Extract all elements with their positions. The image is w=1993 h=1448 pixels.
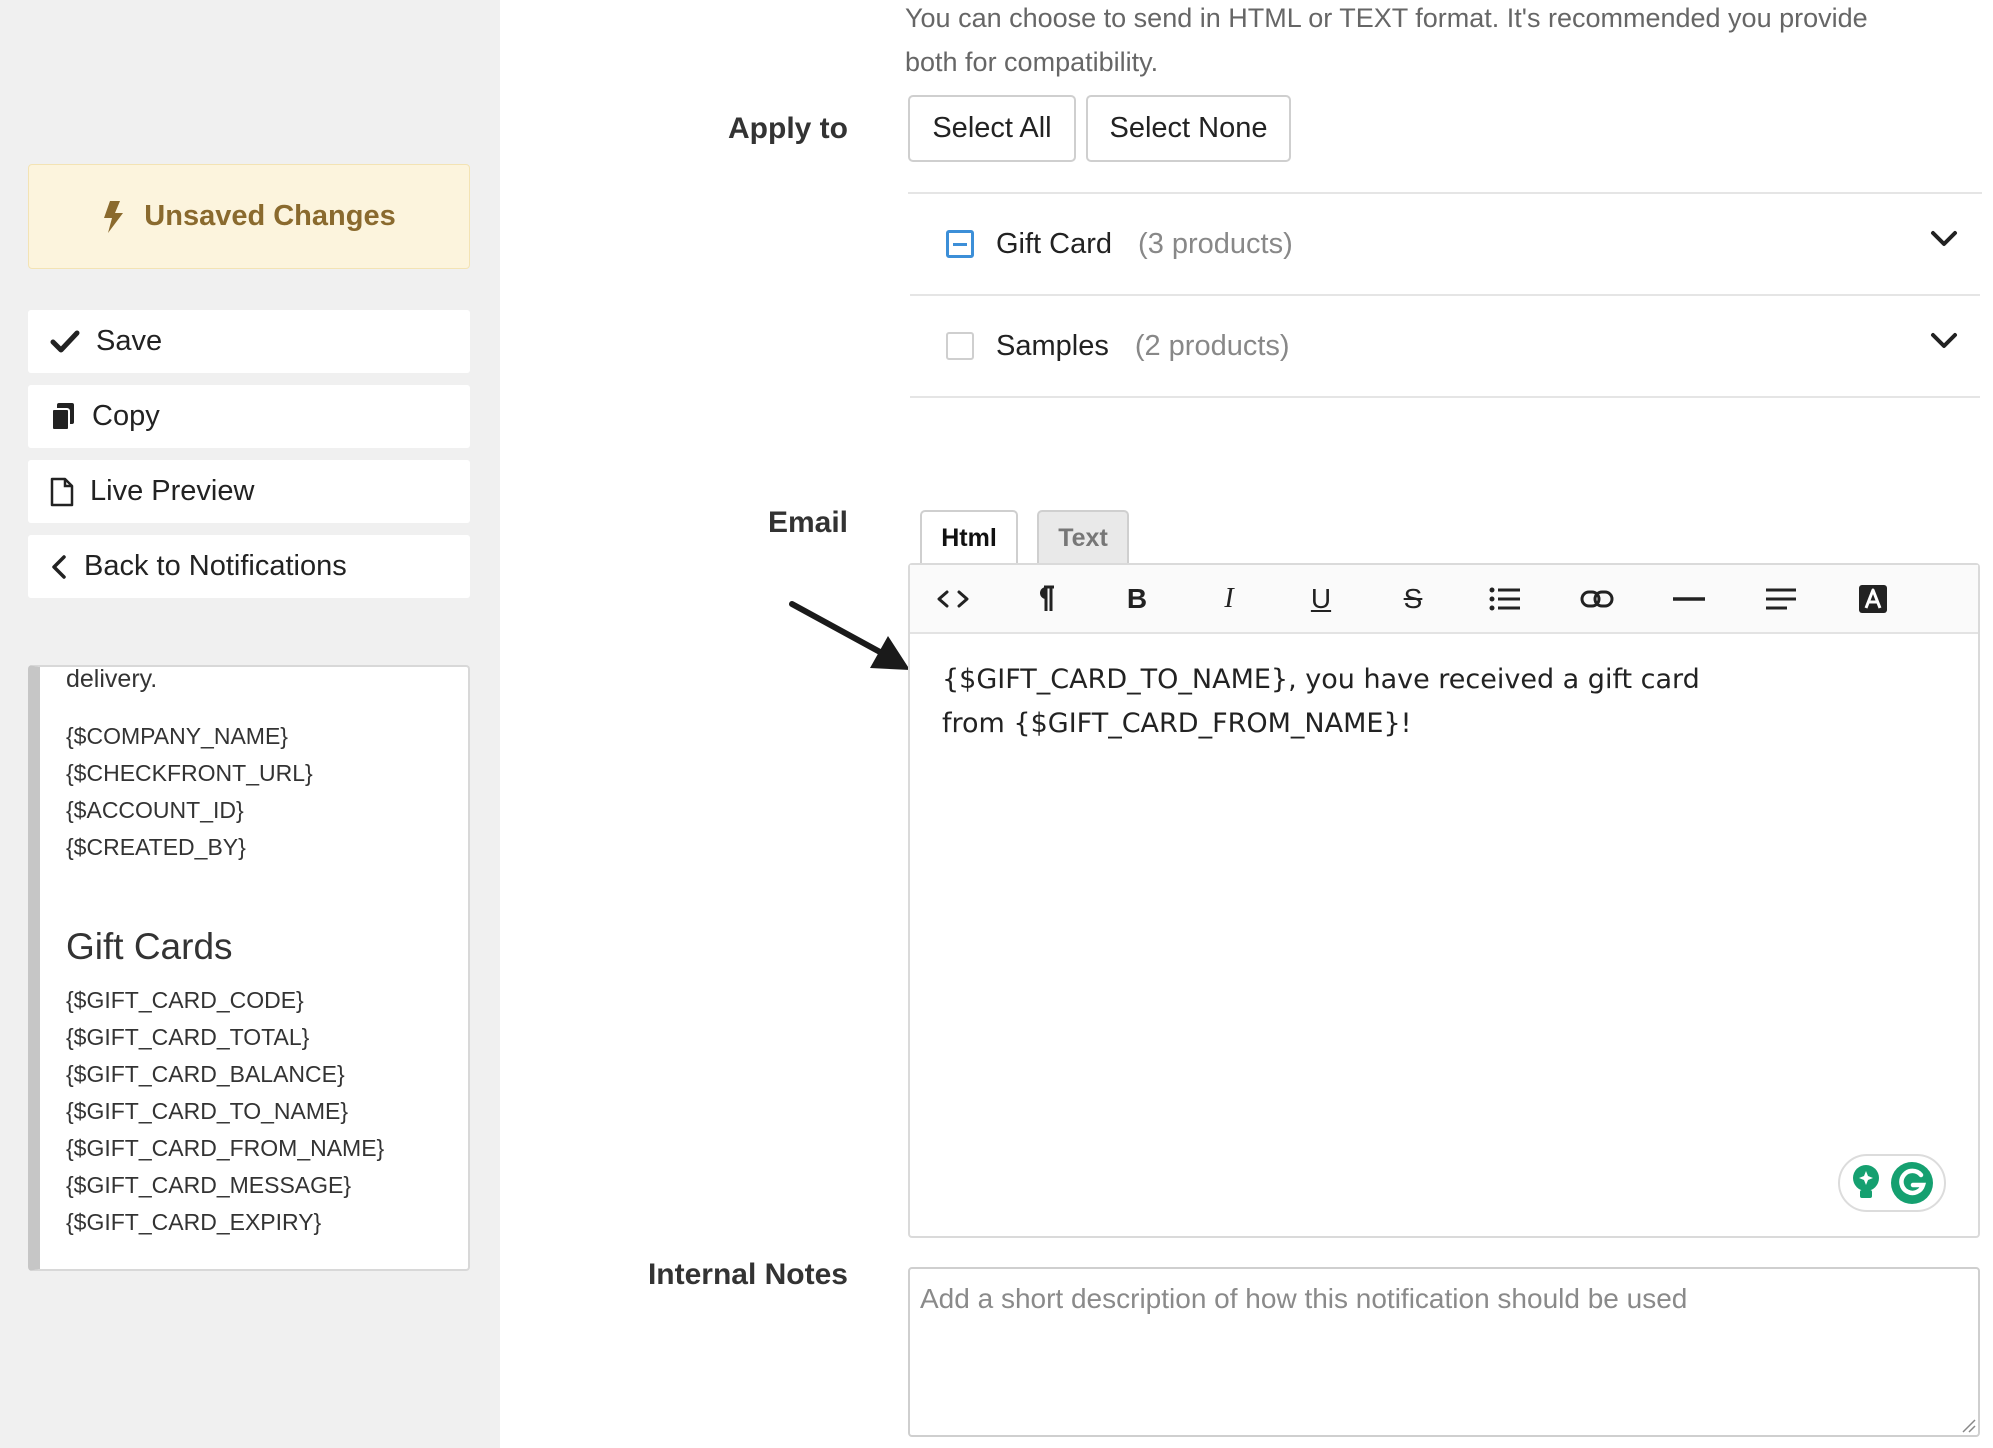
save-button[interactable]: Save [28, 310, 470, 373]
copy-label: Copy [92, 400, 160, 432]
resize-handle-icon[interactable] [1960, 1417, 1976, 1433]
editor-toolbar: B I U S [910, 565, 1978, 634]
variable-item: {$GIFT_CARD_EXPIRY} [66, 1209, 322, 1235]
underline-icon[interactable]: U [1301, 579, 1341, 619]
strikethrough-icon[interactable]: S [1393, 579, 1433, 619]
variable-item: {$COMPANY_NAME} [66, 723, 288, 749]
select-all-button[interactable]: Select All [908, 95, 1076, 162]
main-content: You can choose to send in HTML or TEXT f… [500, 0, 1993, 1448]
chevron-down-icon[interactable] [1930, 230, 1958, 248]
category-count: (2 products) [1134, 329, 1290, 362]
internal-notes-field[interactable] [908, 1267, 1980, 1437]
category-count: (3 products) [1138, 227, 1293, 260]
chevron-down-icon[interactable] [1930, 332, 1958, 350]
horizontal-rule-icon[interactable] [1669, 579, 1709, 619]
variable-item: {$GIFT_CARD_FROM_NAME} [66, 1135, 385, 1161]
link-icon[interactable] [1577, 579, 1617, 619]
list-icon[interactable] [1485, 579, 1525, 619]
variable-item: {$GIFT_CARD_CODE} [66, 987, 304, 1013]
unsaved-changes-label: Unsaved Changes [144, 200, 396, 232]
category-row-gift-card[interactable]: Gift Card (3 products) [910, 194, 1980, 296]
live-preview-label: Live Preview [90, 475, 255, 507]
variable-item: {$GIFT_CARD_TO_NAME} [66, 1098, 349, 1124]
bold-icon[interactable]: B [1117, 579, 1157, 619]
format-help-line1: You can choose to send in HTML or TEXT f… [905, 3, 1868, 33]
copy-button[interactable]: Copy [28, 385, 470, 448]
editor-line: {$GIFT_CARD_TO_NAME}, you have received … [942, 664, 1700, 695]
editor-content[interactable]: {$GIFT_CARD_TO_NAME}, you have received … [942, 658, 1700, 746]
paragraph-icon[interactable] [1025, 579, 1065, 619]
live-preview-button[interactable]: Live Preview [28, 460, 470, 523]
gift-card-checkbox[interactable] [946, 230, 974, 258]
unsaved-changes-banner: Unsaved Changes [28, 164, 470, 269]
gift-cards-heading: Gift Cards [66, 926, 233, 967]
variable-item: {$ACCOUNT_ID} [66, 797, 244, 823]
arrow-annotation [789, 601, 910, 670]
category-row-samples[interactable]: Samples (2 products) [910, 296, 1980, 398]
select-none-button[interactable]: Select None [1086, 95, 1291, 162]
chevron-left-icon [52, 554, 66, 579]
variable-item: {$GIFT_CARD_BALANCE} [66, 1061, 345, 1087]
back-to-notifications-label: Back to Notifications [84, 550, 347, 582]
category-name: Gift Card [996, 227, 1113, 260]
variable-item: {$GIFT_CARD_TOTAL} [66, 1024, 310, 1050]
back-to-notifications-button[interactable]: Back to Notifications [28, 535, 470, 598]
grammarly-widget[interactable] [1838, 1154, 1946, 1212]
document-icon [50, 477, 74, 506]
variables-panel[interactable]: delivery. {$COMPANY_NAME} {$CHECKFRONT_U… [28, 665, 470, 1271]
font-color-icon[interactable] [1853, 579, 1893, 619]
variable-item: {$CREATED_BY} [66, 834, 246, 860]
copy-icon [51, 402, 74, 431]
samples-checkbox[interactable] [946, 332, 974, 360]
variable-item: {$CHECKFRONT_URL} [66, 760, 313, 786]
editor-line: from {$GIFT_CARD_FROM_NAME}! [942, 708, 1412, 739]
internal-notes-label: Internal Notes [647, 1258, 848, 1291]
lightning-icon [104, 200, 124, 233]
code-view-icon[interactable] [933, 579, 973, 619]
apply-to-label: Apply to [728, 112, 848, 145]
lightbulb-icon[interactable] [1850, 1163, 1882, 1203]
align-icon[interactable] [1761, 579, 1801, 619]
grammarly-icon[interactable] [1890, 1161, 1934, 1205]
tab-text[interactable]: Text [1037, 510, 1129, 565]
save-label: Save [96, 325, 163, 357]
email-label: Email [767, 506, 848, 539]
tab-html[interactable]: Html [920, 510, 1018, 565]
italic-icon[interactable]: I [1209, 579, 1249, 619]
variables-fragment: delivery. [66, 665, 158, 693]
format-help-line2: both for compatibility. [905, 47, 1159, 77]
check-icon [50, 330, 80, 352]
variable-item: {$GIFT_CARD_MESSAGE} [66, 1172, 352, 1198]
sidebar: Unsaved Changes Save Copy Live Preview B… [0, 0, 500, 1448]
email-editor[interactable]: B I U S {$GIFT_CARD_TO_NAME}, you have r… [908, 563, 1980, 1238]
category-name: Samples [996, 329, 1109, 362]
